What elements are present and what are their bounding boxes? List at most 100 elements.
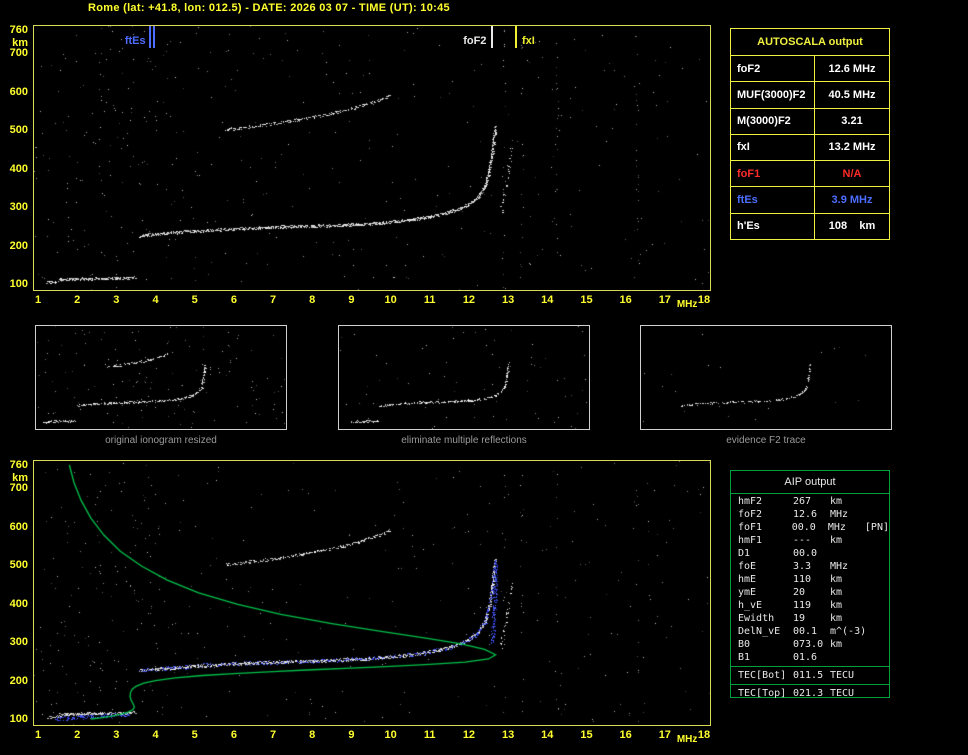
x-axis-tick: 14 <box>541 294 554 306</box>
autoscala-row-label: MUF(3000)F2 <box>731 82 815 108</box>
aip-row: D1 00.0 <box>731 547 889 560</box>
thumbnail-original-canvas <box>36 326 286 429</box>
y-axis-tick: 300 <box>9 636 28 649</box>
aip-row-extra <box>868 560 889 573</box>
x-axis-tick: 2 <box>74 729 81 741</box>
aip-row-unit: km <box>830 535 843 546</box>
x-axis-tick: 5 <box>191 729 198 741</box>
x-axis-tick: 13 <box>501 294 515 306</box>
aip-row-extra <box>868 586 889 599</box>
foF2-marker-line <box>491 26 494 48</box>
aip-row-value: 19 <box>793 613 806 624</box>
aip-row-value: 12.6 <box>793 509 818 520</box>
aip-row-value: 011.5 <box>793 670 824 681</box>
aip-row-value: 00.1 <box>793 626 818 637</box>
aip-row-extra <box>868 638 889 651</box>
aip-row-value: 110 <box>793 574 812 585</box>
aip-row-extra <box>868 669 889 682</box>
x-axis-tick: 4 <box>152 729 159 741</box>
aip-row-unit <box>830 651 868 664</box>
y-axis-tick: 600 <box>9 85 28 98</box>
aip-output-panel: AIP output hmF2 267 km foF2 12.6 MHz foF1 00.0 M… <box>730 470 890 700</box>
main-ionogram-canvas <box>34 26 710 290</box>
x-axis-tick: 11 <box>423 729 436 741</box>
autoscala-row-value: 40.5 MHz <box>828 88 876 101</box>
y-axis-tick: 400 <box>9 597 28 610</box>
aip-row-unit: m^(-3) <box>830 626 867 637</box>
autoscala-row-label: foF1 <box>731 161 815 187</box>
aip-row-extra: [PN] <box>864 522 889 533</box>
autoscala-row-value: 12.6 MHz <box>828 62 876 75</box>
aip-row-unit: MHz <box>827 522 846 533</box>
aip-row-unit: MHz <box>830 561 849 572</box>
fxI-marker-line <box>514 26 517 48</box>
aip-row-value: 021.3 <box>793 688 824 699</box>
aip-row-label: DelN_vE <box>738 626 781 637</box>
aip-row: hmE 110 km <box>731 573 889 586</box>
aip-row: hmF2 267 km <box>731 495 889 508</box>
aip-output-title: AIP output <box>731 471 889 494</box>
x-axis-tick: 10 <box>384 294 397 306</box>
y-axis-unit-label: km <box>12 37 28 49</box>
aip-row: foF2 12.6 MHz <box>731 508 889 521</box>
aip-row-unit: km <box>830 639 843 650</box>
aip-row-label: foE <box>738 561 757 572</box>
aip-row: Ewidth 19 km <box>731 612 889 625</box>
aip-row-unit: MHz <box>830 509 849 520</box>
aip-row-value: 20 <box>793 587 806 598</box>
x-axis-tick: 6 <box>230 294 237 306</box>
aip-row-value: 267 <box>793 496 812 507</box>
aip-row: h_vE 119 km <box>731 599 889 612</box>
autoscala-row: foF2 12.6 MHz <box>731 56 889 83</box>
x-axis-tick: 16 <box>619 729 632 741</box>
autoscala-app-window: Rome (lat: +41.8, lon: 012.5) - DATE: 20… <box>0 0 968 755</box>
x-axis-tick: 17 <box>658 294 671 306</box>
x-axis-tick: 9 <box>348 729 355 741</box>
aip-row-label: TEC[Top] <box>738 688 787 699</box>
x-axis-tick: 12 <box>462 294 476 306</box>
aip-row-unit: km <box>830 600 843 611</box>
x-axis-tick: 2 <box>74 294 81 306</box>
x-axis-tick: 6 <box>230 729 237 741</box>
aip-row-value: 119 <box>793 600 812 611</box>
y-axis-tick: 200 <box>9 674 28 687</box>
autoscala-output-title: AUTOSCALA output <box>731 29 889 56</box>
aip-row-label: foF2 <box>738 509 763 520</box>
aip-row-extra <box>868 625 889 638</box>
aip-row: TEC[Top] 021.3 TECU <box>731 687 889 700</box>
aip-row-extra <box>868 495 889 508</box>
aip-row: DelN_vE 00.1 m^(-3) <box>731 625 889 638</box>
y-axis-tick: 500 <box>9 559 28 572</box>
x-axis-tick: 3 <box>113 294 120 306</box>
aip-row-extra <box>868 573 889 586</box>
profile-ionogram-canvas <box>34 461 710 725</box>
aip-row-value: 3.3 <box>793 561 812 572</box>
aip-row-value: --- <box>793 535 812 546</box>
aip-row-extra <box>868 534 889 547</box>
autoscala-row-value: 108 km <box>828 220 876 233</box>
autoscala-row-value: 3.9 MHz <box>831 194 873 207</box>
autoscala-output-table: AUTOSCALA output foF2 12.6 MHz MUF(3000)F2… <box>730 28 890 240</box>
aip-row-extra <box>868 651 889 664</box>
x-axis-tick: 8 <box>309 729 316 741</box>
x-axis-tick: 11 <box>423 294 436 306</box>
aip-row-extra <box>868 612 889 625</box>
y-axis-tick: 760 <box>9 24 28 36</box>
aip-row-extra <box>868 547 889 560</box>
aip-row-label: D1 <box>738 548 751 559</box>
main-ionogram-plot <box>33 25 711 291</box>
autoscala-row-label: h'Es <box>731 213 815 239</box>
aip-row-label: h_vE <box>738 600 763 611</box>
autoscala-row-label: M(3000)F2 <box>731 108 815 134</box>
x-axis-tick: 5 <box>191 294 198 306</box>
thumbnail-f2-trace-canvas <box>641 326 891 429</box>
aip-row-value: 01.6 <box>793 652 818 663</box>
autoscala-row: MUF(3000)F2 40.5 MHz <box>731 82 889 109</box>
x-axis-tick: 1 <box>34 729 42 741</box>
aip-row-label: TEC[Bot] <box>738 670 787 681</box>
autoscala-row: foF1 N/A <box>731 161 889 188</box>
aip-row-unit: km <box>830 574 843 585</box>
y-axis-tick: 300 <box>9 201 28 214</box>
x-axis-tick: 18 <box>697 729 711 741</box>
x-axis-unit-label: MHz <box>676 734 698 745</box>
